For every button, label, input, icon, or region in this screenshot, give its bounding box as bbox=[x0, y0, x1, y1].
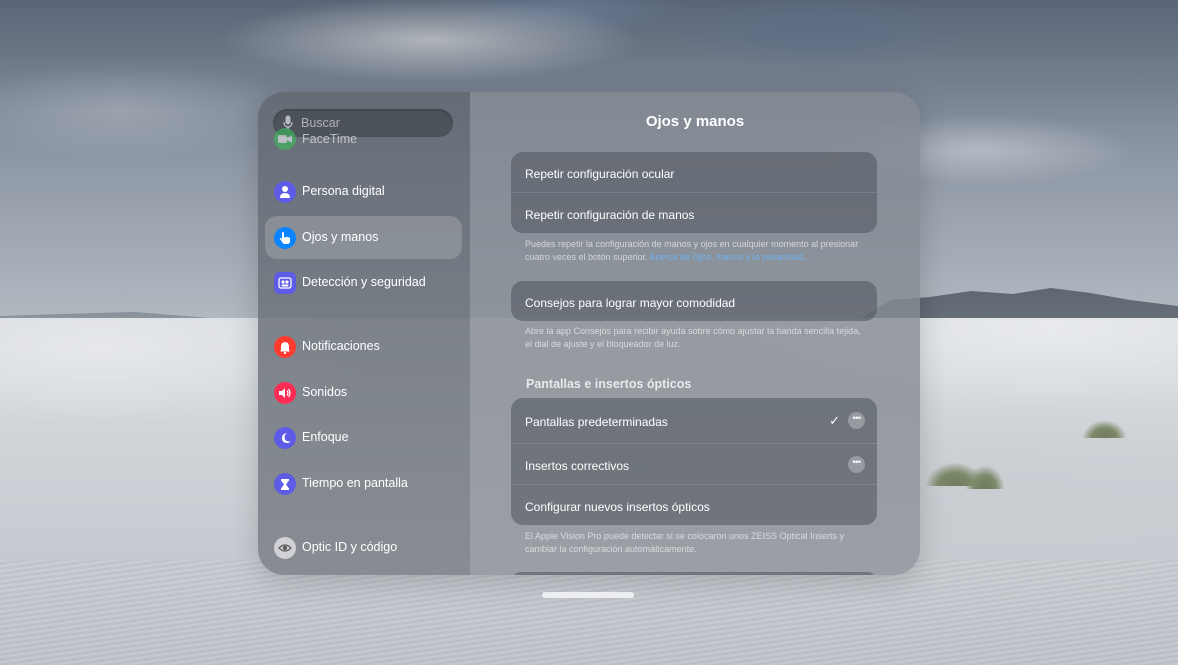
displays-inserts-group: Pantallas predeterminadas ✓ ••• Insertos… bbox=[511, 398, 877, 525]
checkmark-icon: ✓ bbox=[829, 413, 840, 428]
sidebar-item-label: Detección y seguridad bbox=[302, 275, 426, 289]
bell-icon bbox=[274, 336, 296, 358]
row-label: Insertos correctivos bbox=[525, 459, 630, 473]
settings-window: Buscar FaceTime Persona digital Ojos y m… bbox=[258, 92, 920, 575]
sidebar-item-notifications[interactable]: Notificaciones bbox=[265, 325, 462, 368]
hourglass-icon bbox=[274, 473, 296, 495]
hand-pointer-icon bbox=[274, 227, 296, 249]
sidebar-item-focus[interactable]: Enfoque bbox=[265, 416, 462, 459]
comfort-tips-group: Consejos para lograr mayor comodidad bbox=[511, 281, 877, 321]
privacy-link[interactable]: Acerca de Ojos, manos y la privacidad… bbox=[650, 252, 813, 262]
content-panel: Ojos y manos Repetir configuración ocula… bbox=[470, 92, 920, 575]
row-label: Repetir configuración de manos bbox=[525, 208, 695, 222]
eye-hand-footer: Puedes repetir la configuración de manos… bbox=[525, 238, 865, 264]
sidebar-item-optic-id[interactable]: Optic ID y código bbox=[265, 526, 462, 569]
persona-icon bbox=[274, 181, 296, 203]
sidebar-item-detection-safety[interactable]: Detección y seguridad bbox=[265, 261, 462, 304]
sidebar-item-facetime[interactable]: FaceTime bbox=[265, 125, 462, 168]
comfort-tips-row[interactable]: Consejos para lograr mayor comodidad bbox=[511, 281, 877, 321]
row-label: Configurar nuevos insertos ópticos bbox=[525, 500, 710, 514]
row-label: Pantallas predeterminadas bbox=[525, 415, 668, 429]
row-label: Consejos para lograr mayor comodidad bbox=[525, 296, 736, 310]
speaker-icon bbox=[274, 382, 296, 404]
next-group-edge bbox=[511, 572, 877, 575]
sidebar-item-label: Tiempo en pantalla bbox=[302, 476, 408, 490]
sidebar: Buscar FaceTime Persona digital Ojos y m… bbox=[258, 92, 470, 575]
sand-ripples bbox=[0, 560, 1178, 665]
sidebar-item-label: Persona digital bbox=[302, 184, 385, 198]
sidebar-item-eyes-hands[interactable]: Ojos y manos bbox=[265, 216, 462, 259]
setup-new-inserts-row[interactable]: Configurar nuevos insertos ópticos bbox=[511, 484, 877, 525]
redo-hand-setup-row[interactable]: Repetir configuración de manos bbox=[511, 192, 877, 233]
corrective-inserts-row[interactable]: Insertos correctivos ••• bbox=[511, 443, 877, 484]
more-options-button[interactable]: ••• bbox=[848, 412, 865, 429]
moon-icon bbox=[274, 427, 296, 449]
page-title: Ojos y manos bbox=[645, 113, 745, 130]
sidebar-item-persona[interactable]: Persona digital bbox=[265, 170, 462, 213]
row-label: Repetir configuración ocular bbox=[525, 167, 675, 181]
sidebar-item-screen-time[interactable]: Tiempo en pantalla bbox=[265, 462, 462, 505]
more-options-button[interactable]: ••• bbox=[848, 456, 865, 473]
default-displays-row[interactable]: Pantallas predeterminadas ✓ ••• bbox=[511, 398, 877, 443]
sidebar-item-label: FaceTime bbox=[302, 132, 358, 146]
sidebar-item-label: Notificaciones bbox=[302, 339, 380, 353]
sidebar-item-label: Sonidos bbox=[302, 385, 348, 399]
facetime-icon bbox=[274, 128, 296, 150]
eye-hand-setup-group: Repetir configuración ocular Repetir con… bbox=[511, 152, 877, 233]
inserts-footer: El Apple Vision Pro puede detectar si se… bbox=[525, 531, 845, 554]
redo-eye-setup-row[interactable]: Repetir configuración ocular bbox=[511, 152, 877, 192]
comfort-tips-footer: Abre la app Consejos para recibir ayuda … bbox=[525, 326, 861, 349]
window-grab-bar[interactable] bbox=[542, 592, 634, 598]
desert-plant bbox=[965, 465, 1005, 489]
desert-plant bbox=[1082, 420, 1127, 438]
sidebar-item-label: Optic ID y código bbox=[302, 540, 398, 554]
sidebar-item-sounds[interactable]: Sonidos bbox=[265, 371, 462, 414]
optic-id-eye-icon bbox=[274, 537, 296, 559]
detection-icon bbox=[274, 272, 296, 294]
sidebar-item-label: Ojos y manos bbox=[302, 230, 379, 244]
sidebar-item-label: Enfoque bbox=[302, 430, 349, 444]
section-header-displays: Pantallas e insertos ópticos bbox=[526, 377, 692, 391]
